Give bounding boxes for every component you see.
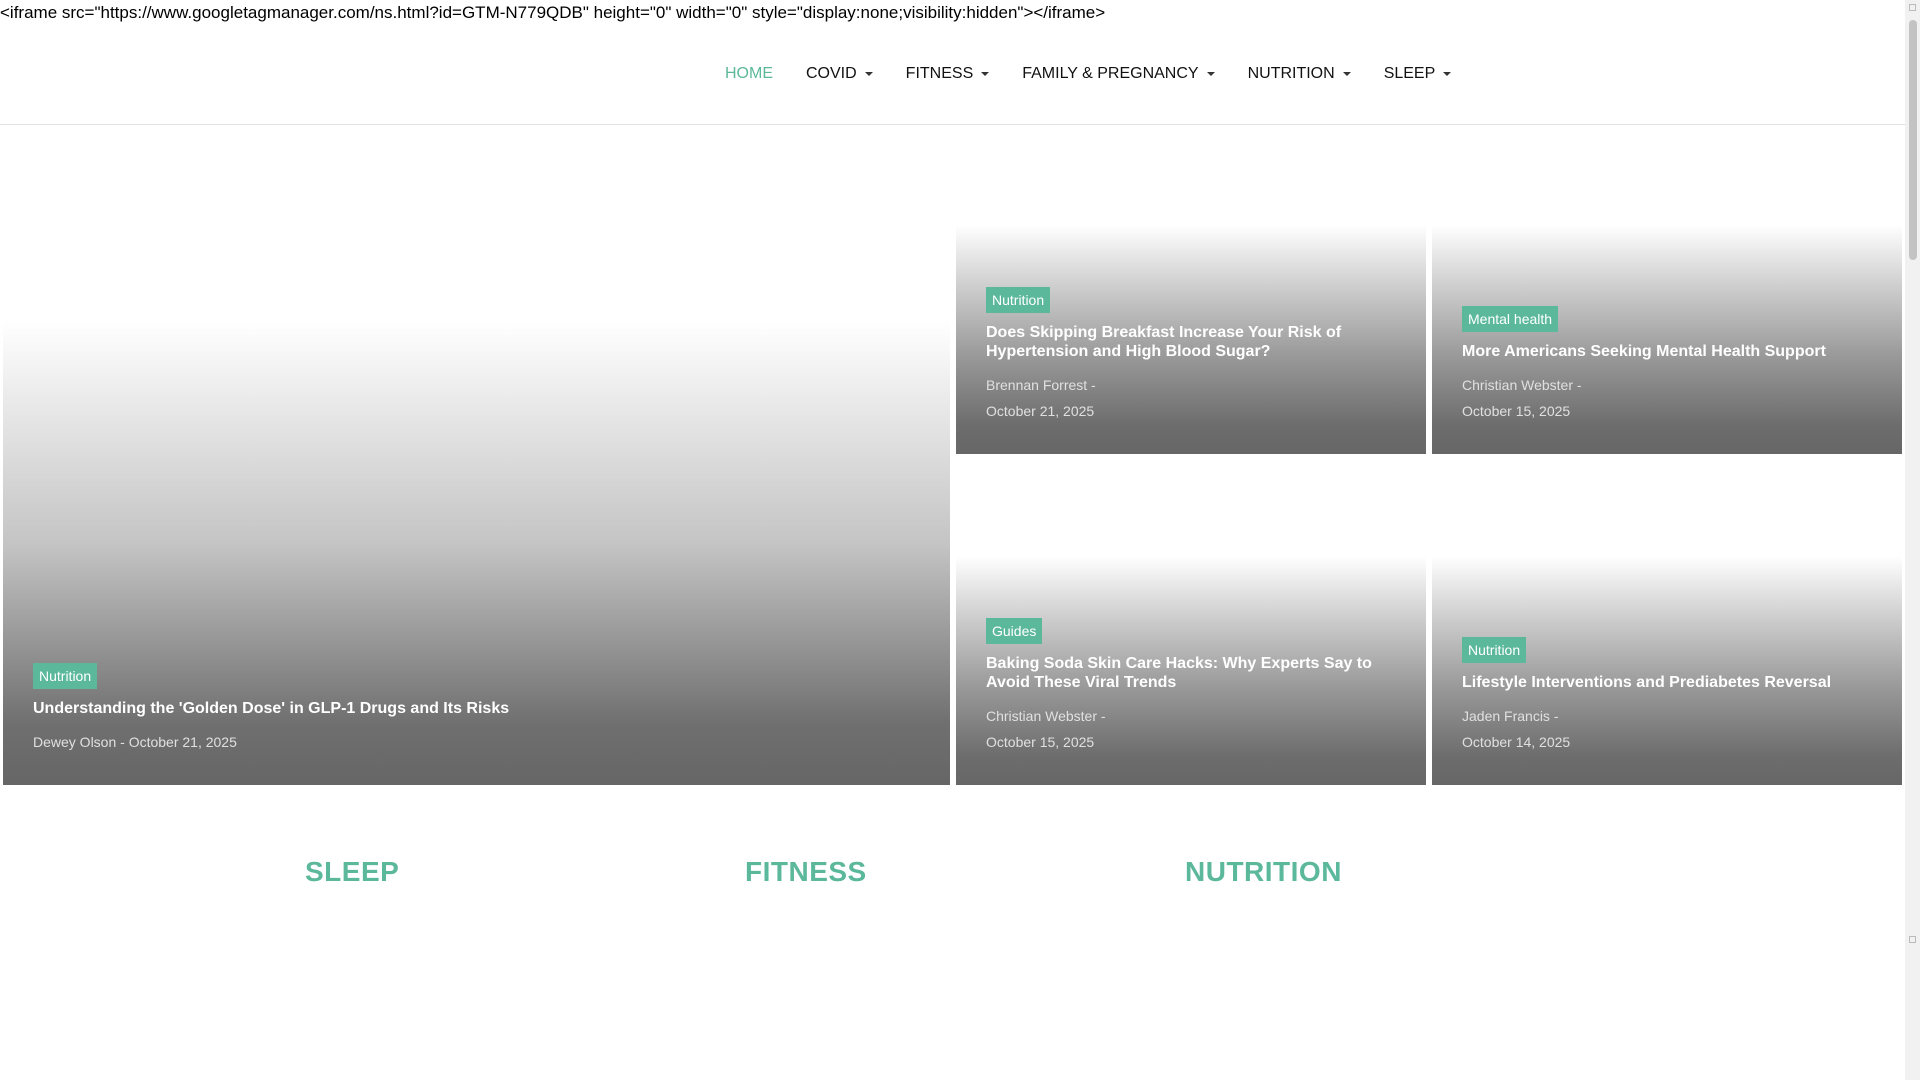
category-badge[interactable]: Nutrition bbox=[1462, 636, 1527, 663]
featured-card[interactable]: Guides Baking Soda Skin Care Hacks: Why … bbox=[956, 556, 1426, 785]
category-badge[interactable]: Guides bbox=[986, 617, 1043, 644]
card-date: October 15, 2025 bbox=[1462, 403, 1571, 419]
card-content: Nutrition Understanding the 'Golden Dose… bbox=[33, 662, 920, 755]
card-title[interactable]: Lifestyle Interventions and Prediabetes … bbox=[1462, 673, 1872, 692]
main-navigation: HOME COVID FITNESS FAMILY & PREGNANCY NU… bbox=[0, 24, 1905, 125]
category-badge[interactable]: Nutrition bbox=[986, 286, 1051, 313]
category-badge[interactable]: Mental health bbox=[1462, 305, 1559, 332]
nav-item-covid[interactable]: COVID bbox=[806, 65, 873, 83]
nav-item-label: SLEEP bbox=[1383, 65, 1436, 82]
card-content: Guides Baking Soda Skin Care Hacks: Why … bbox=[986, 617, 1396, 755]
scroll-up-arrow-icon[interactable] bbox=[1909, 4, 1916, 11]
nav-item-label: NUTRITION bbox=[1247, 65, 1335, 82]
card-content: Nutrition Does Skipping Breakfast Increa… bbox=[986, 286, 1396, 424]
caret-down-icon bbox=[1206, 72, 1215, 76]
scroll-thumb[interactable] bbox=[1909, 20, 1917, 260]
category-badge[interactable]: Nutrition bbox=[33, 662, 98, 689]
card-title[interactable]: More Americans Seeking Mental Health Sup… bbox=[1462, 342, 1872, 361]
caret-down-icon bbox=[981, 72, 990, 76]
nav-item-home[interactable]: HOME bbox=[725, 65, 773, 83]
nav-item-label: FAMILY & PREGNANCY bbox=[1022, 65, 1199, 82]
card-author[interactable]: Jaden Francis - bbox=[1462, 703, 1872, 729]
nav-item-fitness[interactable]: FITNESS bbox=[906, 65, 990, 83]
nav-item-label: COVID bbox=[806, 65, 857, 82]
caret-down-icon bbox=[864, 72, 873, 76]
nav-item-label: HOME bbox=[725, 65, 773, 82]
section-title-nutrition[interactable]: NUTRITION bbox=[1185, 856, 1342, 888]
nav-item-nutrition[interactable]: NUTRITION bbox=[1248, 65, 1351, 83]
nav-item-family-pregnancy[interactable]: FAMILY & PREGNANCY bbox=[1022, 65, 1215, 83]
card-date: October 15, 2025 bbox=[986, 734, 1095, 750]
card-author[interactable]: Christian Webster - bbox=[986, 703, 1396, 729]
card-title[interactable]: Does Skipping Breakfast Increase Your Ri… bbox=[986, 323, 1396, 361]
nav-menu: HOME COVID FITNESS FAMILY & PREGNANCY NU… bbox=[725, 24, 1484, 124]
card-date: October 21, 2025 bbox=[986, 403, 1095, 419]
featured-card[interactable]: Nutrition Does Skipping Breakfast Increa… bbox=[956, 225, 1426, 454]
card-title[interactable]: Baking Soda Skin Care Hacks: Why Experts… bbox=[986, 654, 1396, 692]
section-title-sleep[interactable]: SLEEP bbox=[305, 856, 399, 888]
noscript-iframe-text: <iframe src="https://www.googletagmanage… bbox=[0, 3, 1106, 22]
card-author[interactable]: Brennan Forrest - bbox=[986, 372, 1396, 398]
card-content: Nutrition Lifestyle Interventions and Pr… bbox=[1462, 636, 1872, 755]
caret-down-icon bbox=[1342, 72, 1351, 76]
card-title[interactable]: Understanding the 'Golden Dose' in GLP-1… bbox=[33, 699, 920, 718]
featured-card[interactable]: Mental health More Americans Seeking Men… bbox=[1432, 225, 1902, 454]
nav-item-label: FITNESS bbox=[905, 65, 974, 82]
card-meta: Dewey Olson - October 21, 2025 bbox=[33, 734, 237, 750]
card-date: October 14, 2025 bbox=[1462, 734, 1571, 750]
featured-main-card[interactable]: Nutrition Understanding the 'Golden Dose… bbox=[3, 125, 950, 785]
section-title-fitness[interactable]: FITNESS bbox=[745, 856, 867, 888]
featured-card[interactable]: Nutrition Lifestyle Interventions and Pr… bbox=[1432, 556, 1902, 785]
nav-item-sleep[interactable]: SLEEP bbox=[1384, 65, 1452, 83]
card-author[interactable]: Christian Webster - bbox=[1462, 372, 1872, 398]
vertical-scrollbar[interactable] bbox=[1905, 0, 1920, 1080]
scroll-down-arrow-icon[interactable] bbox=[1909, 936, 1916, 943]
card-content: Mental health More Americans Seeking Men… bbox=[1462, 305, 1872, 424]
caret-down-icon bbox=[1443, 72, 1452, 76]
